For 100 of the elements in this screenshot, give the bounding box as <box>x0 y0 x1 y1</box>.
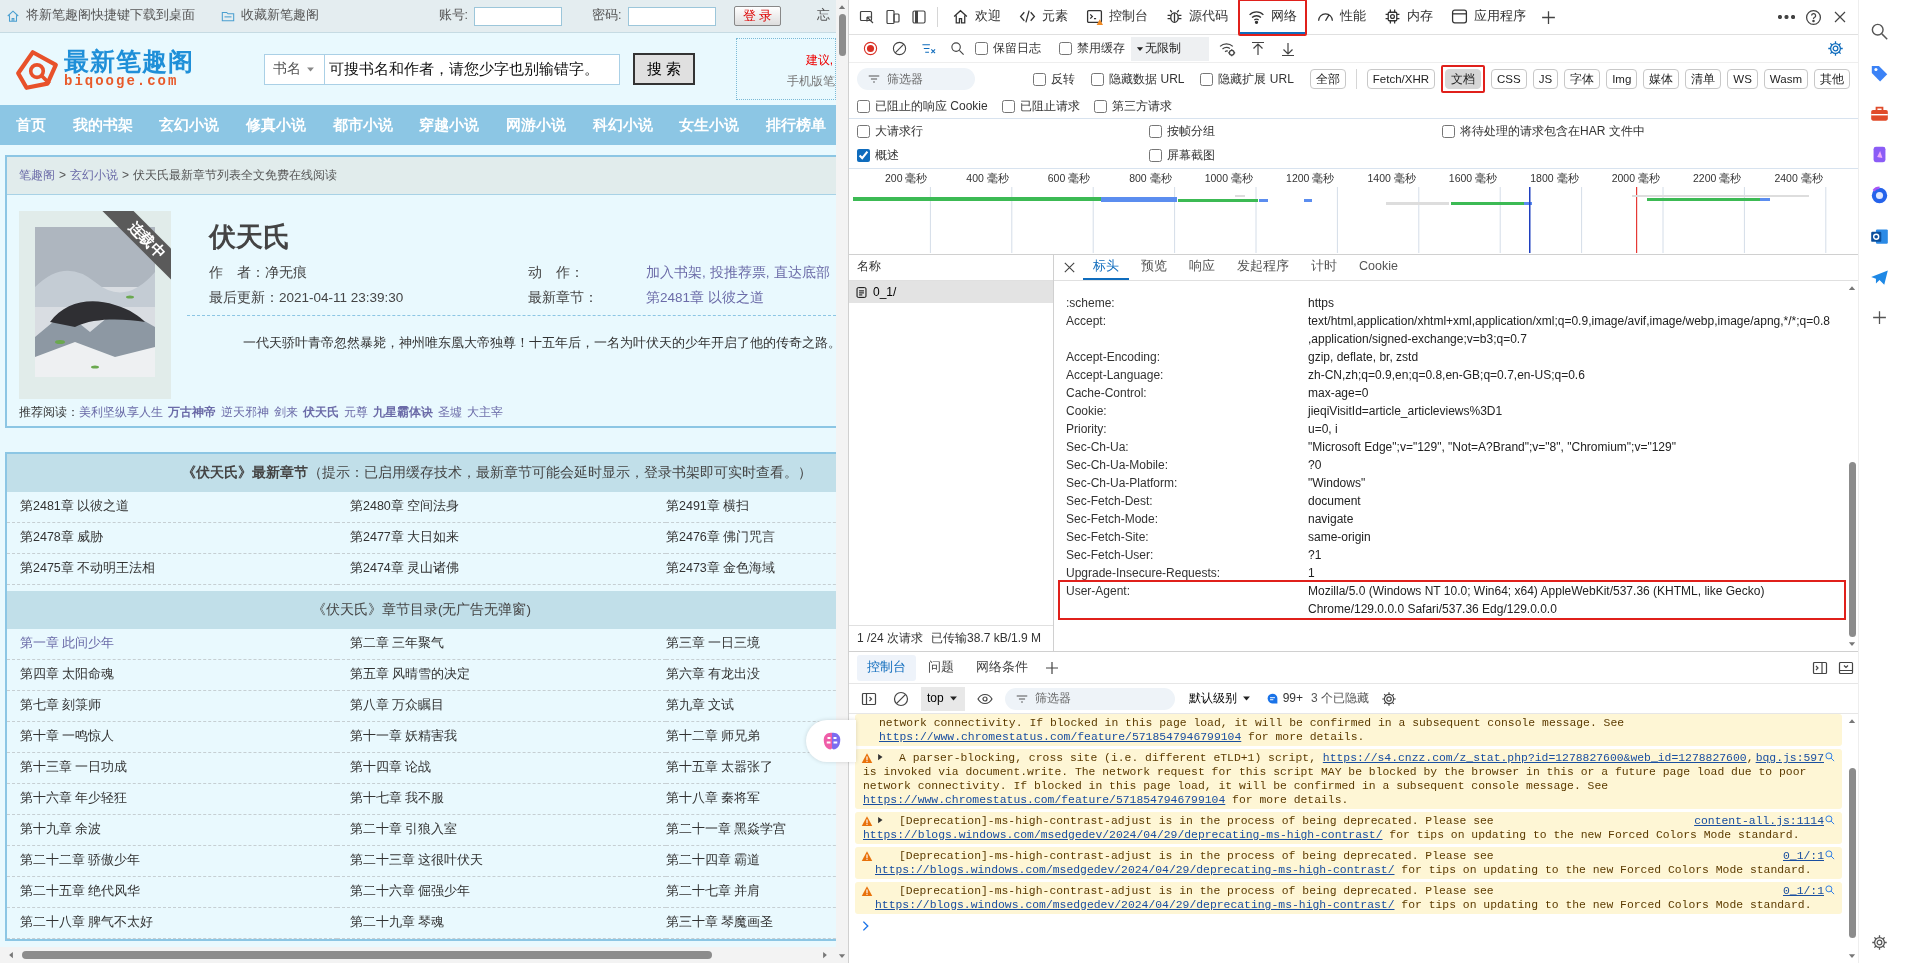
reveal-icon[interactable] <box>1824 751 1836 763</box>
chapter-link[interactable]: 第十四章 论战 <box>350 760 432 776</box>
action-link[interactable]: 加入书架, <box>646 264 706 280</box>
type-filter-button[interactable]: 字体 <box>1564 69 1601 89</box>
chapter-link[interactable]: 第六章 有龙出没 <box>666 667 761 683</box>
search-field[interactable]: 可搜书名和作者，请您少字也别输错字。 <box>324 53 620 85</box>
chapter-link[interactable]: 第二十一章 黑焱学宫 <box>666 822 787 838</box>
reveal-icon[interactable] <box>1824 849 1836 861</box>
chapter-link[interactable]: 第十九章 余波 <box>20 822 102 838</box>
chapter-link[interactable]: 第2480章 空间法身 <box>350 499 460 515</box>
action-link[interactable]: 直达底部 <box>773 264 830 280</box>
detail-tab[interactable]: 标头 <box>1083 255 1129 280</box>
type-filter-button[interactable]: 其他 <box>1814 69 1850 89</box>
chapter-link[interactable]: 第九章 文试 <box>666 698 735 714</box>
bookmark-link[interactable]: 收藏新笔趣阁 <box>241 8 319 24</box>
chapter-link[interactable]: 第十七章 我不服 <box>350 791 445 807</box>
filter-field[interactable]: 筛选器 <box>857 68 975 90</box>
checkbox[interactable] <box>1149 149 1162 163</box>
recommend-link[interactable]: 大主宰 <box>467 405 503 419</box>
filter-input[interactable]: 筛选器 <box>1034 691 1165 706</box>
chapter-link[interactable]: 第二十九章 琴魂 <box>350 915 445 931</box>
scrollbar-thumb[interactable] <box>22 951 712 959</box>
chapter-link[interactable]: 第2475章 不动明王法相 <box>20 561 156 577</box>
category-select[interactable]: 书名 <box>264 53 324 85</box>
chapter-link[interactable]: 第五章 风晴雪的决定 <box>350 667 471 683</box>
search-icon[interactable] <box>1869 22 1889 41</box>
recommend-link[interactable]: 万古神帝 <box>168 405 216 419</box>
chapter-link[interactable]: 第二十五章 绝代风华 <box>20 884 141 900</box>
filter-field[interactable]: 筛选器 <box>1004 687 1175 710</box>
chapter-link[interactable]: 第二十七章 并肩 <box>666 884 761 900</box>
checkbox[interactable] <box>1001 100 1015 113</box>
chapter-link[interactable]: 第三十章 琴魔画圣 <box>666 915 774 931</box>
mobile-link[interactable]: 手机版笔 <box>737 74 835 89</box>
type-filter-button[interactable]: 全部 <box>1309 69 1346 89</box>
chapter-link[interactable]: 第2473章 金色海域 <box>666 561 776 577</box>
breadcrumb-link[interactable]: 玄幻小说 <box>70 168 118 183</box>
settings-icon[interactable] <box>1870 934 1888 951</box>
context-select[interactable]: top <box>921 686 965 711</box>
checkbox[interactable] <box>1093 100 1107 113</box>
chapter-link[interactable]: 第十八章 秦将军 <box>666 791 761 807</box>
console-link[interactable]: https://s4.cnzz.com/z_stat.php?id=1278827600&web_id=1278827600 <box>1322 751 1747 765</box>
chapter-link[interactable]: 第2474章 灵山诸佛 <box>350 561 460 577</box>
detail-tab[interactable]: 计时 <box>1301 255 1347 280</box>
chapter-link[interactable]: 第二十八章 脾气不太好 <box>20 915 154 931</box>
recommend-link[interactable]: 逆天邪神 <box>221 405 269 419</box>
briefcase-icon[interactable] <box>1869 104 1889 123</box>
level-select[interactable]: 默认级别 <box>1182 686 1258 711</box>
devtools-tab[interactable]: 欢迎 <box>944 0 1009 34</box>
type-filter-button[interactable]: JS <box>1532 69 1559 89</box>
source-link[interactable]: 0_1/:1 <box>1783 849 1824 863</box>
filter-input[interactable]: 筛选器 <box>887 71 965 87</box>
checkbox[interactable] <box>1059 42 1072 55</box>
mail-icon[interactable] <box>1869 227 1889 246</box>
chapter-link[interactable]: 第七章 刻箓师 <box>20 698 102 714</box>
chapter-link[interactable]: 第十五章 太嚣张了 <box>666 760 774 776</box>
latest-chapter-link[interactable]: 第2481章 以彼之道 <box>646 289 836 307</box>
console-link[interactable]: https://www.chromestatus.com/feature/5718547946799104 <box>879 730 1242 744</box>
chapter-link[interactable]: 第三章 一日三境 <box>666 636 761 652</box>
scrollbar-thumb[interactable] <box>1848 768 1856 938</box>
checkbox[interactable] <box>1149 124 1162 138</box>
console-link[interactable]: https://blogs.windows.com/msedgedev/2024/04/29/deprecating-ms-high-contrast/ <box>863 828 1383 842</box>
chapter-link[interactable]: 第2491章 横扫 <box>666 499 750 515</box>
devtools-tab[interactable]: 性能 <box>1309 0 1374 34</box>
source-link[interactable]: 0_1/:1 <box>1783 884 1824 898</box>
shortcut-link[interactable]: 将新笔趣阁快捷键下载到桌面 <box>26 8 195 24</box>
detail-tab[interactable]: 响应 <box>1179 255 1225 280</box>
type-filter-button[interactable]: 媒体 <box>1643 69 1680 89</box>
detail-tab[interactable]: 发起程序 <box>1227 255 1299 280</box>
devtools-tab[interactable]: 内存 <box>1376 0 1441 34</box>
scrollbar-thumb[interactable] <box>1848 462 1856 637</box>
chapter-link[interactable]: 第二十章 引狼入室 <box>350 822 458 838</box>
login-button[interactable]: 登 录 <box>733 6 781 26</box>
assistant-button[interactable] <box>806 720 856 762</box>
type-filter-button[interactable]: WS <box>1727 69 1758 89</box>
chapter-link[interactable]: 第二十四章 霸道 <box>666 853 761 869</box>
source-link[interactable]: bqg.js:597 <box>1755 751 1824 765</box>
checkbox[interactable] <box>1033 72 1047 86</box>
console-link[interactable]: https://blogs.windows.com/msedgedev/2024/04/29/deprecating-ms-high-contrast/ <box>875 898 1395 912</box>
chapter-link[interactable]: 第2478章 威胁 <box>20 530 104 546</box>
chapter-link[interactable]: 第二章 三年聚气 <box>350 636 445 652</box>
recommend-link[interactable]: 伏天氏 <box>303 405 339 419</box>
detail-tab[interactable]: 预览 <box>1131 255 1177 280</box>
chapter-link[interactable]: 第四章 太阳命魂 <box>20 667 115 683</box>
type-filter-button[interactable]: CSS <box>1491 69 1527 89</box>
devtools-tab[interactable]: 元素 <box>1011 0 1076 34</box>
detail-tab[interactable]: Cookie <box>1349 255 1408 280</box>
forgot-link[interactable]: 忘 <box>817 8 830 24</box>
expand-icon[interactable] <box>875 752 885 762</box>
throttle-select[interactable]: 无限制 <box>1131 36 1209 61</box>
expand-icon[interactable] <box>875 815 885 825</box>
recommend-link[interactable]: 美利坚纵享人生 <box>79 405 163 419</box>
suggestion-link[interactable]: 建议, <box>737 53 835 68</box>
checkbox[interactable] <box>1442 124 1455 138</box>
drawer-tab[interactable]: 控制台 <box>857 654 916 681</box>
reveal-icon[interactable] <box>1824 884 1836 896</box>
recommend-link[interactable]: 剑来 <box>274 405 298 419</box>
ring-icon[interactable] <box>1869 186 1889 205</box>
chapter-link[interactable]: 第十三章 一日功成 <box>20 760 128 776</box>
type-filter-button[interactable]: 清单 <box>1685 69 1722 89</box>
recommend-link[interactable]: 九星霸体诀 <box>373 405 433 419</box>
